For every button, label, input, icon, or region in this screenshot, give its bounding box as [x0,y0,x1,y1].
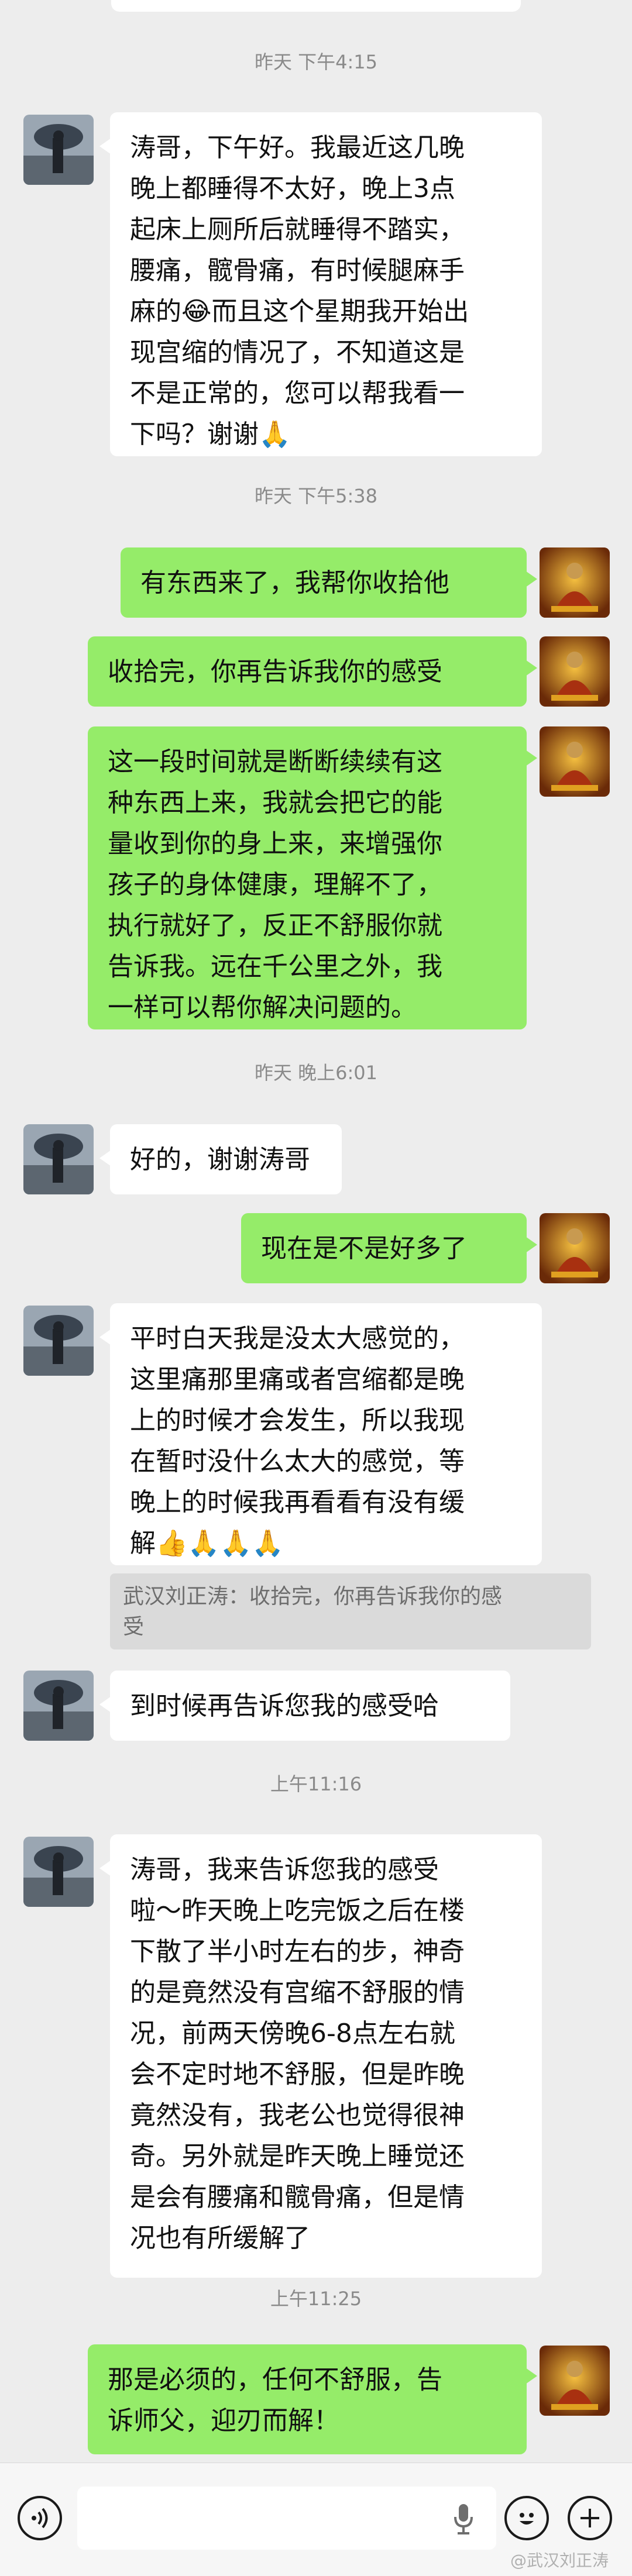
message-line: 告诉我。远在千公里之外，我 [108,952,442,982]
message-line: 执行就好了，反正不舒服你就 [108,911,442,941]
timestamp: 上午11:25 [270,2288,362,2310]
message-text: 到时候再告诉您我的感受哈 [130,1691,439,1721]
message-bubble-incoming[interactable]: 涛哥，下午好。我最近这几晚 晚上都睡得不太好，晚上3点 起床上厕所后就睡得不踏实… [99,112,542,456]
message-line: 这一段时间就是断断续续有这 [108,747,442,777]
message-line: 现宫缩的情况了，不知道这是 [130,338,465,367]
message-line: 麻的😂而且这个星期我开始出 [130,291,522,332]
message-text: 解 [130,1528,156,1558]
message-line: 竟然没有，我老公也觉得很神 [130,2100,465,2130]
message-bubble-incoming[interactable]: 平时白天我是没太大感觉的， 这里痛那里痛或者宫缩都是晚 上的时候才会发生，所以我… [99,1303,542,1565]
self-avatar[interactable] [540,726,610,797]
message-line: 腰痛，髋骨痛，有时候腿麻手 [130,256,465,285]
mic-icon[interactable] [452,2503,475,2536]
message-line: 量收到你的身上来，来增强你 [108,829,442,859]
message-line: 在暂时没什么太大的感觉，等 [130,1447,465,1476]
chat-area[interactable]: 昨天 下午4:15 涛哥，下午好。我最近这几晚 晚上都睡得不太好，晚上3点 起床… [0,0,632,2463]
timestamp: 昨天 下午5:38 [254,485,378,507]
message-line: 上的时候才会发生，所以我现 [130,1406,465,1435]
message-line: 种东西上来，我就会把它的能 [108,788,442,818]
message-bubble-outgoing[interactable]: 有东西来了，我帮你收拾他 [121,547,537,618]
message-line: 这里痛那里痛或者宫缩都是晚 [130,1365,465,1394]
message-bubble-incoming[interactable]: 好的，谢谢涛哥 [99,1124,342,1194]
message-line: 起床上厕所后就睡得不踏实， [130,215,465,244]
previous-message-bubble [111,0,521,12]
message-bubble-outgoing[interactable]: 收拾完，你再告诉我你的感受 [88,636,537,707]
timestamp: 上午11:16 [270,1773,362,1795]
message-text: 现在是不是好多了 [261,1234,467,1263]
contact-avatar[interactable] [23,1124,94,1194]
message-line: 况，前两天傍晚6-8点左右就 [130,2019,455,2048]
message-line: 况也有所缓解了 [130,2223,310,2253]
message-line: 孩子的身体健康，理解不了， [108,870,442,900]
message-line: 晚上都睡得不太好，晚上3点 [130,174,455,204]
message-bubble-outgoing[interactable]: 那是必须的，任何不舒服，告 诉师父，迎刃而解！ [88,2344,537,2454]
message-line: 解👍🙏🙏🙏 [130,1523,522,1564]
contact-avatar[interactable] [23,1837,94,1907]
message-line: 啦～昨天晚上吃完饭之后在楼 [130,1896,465,1926]
thumbs-up-pray-emojis: 👍🙏🙏🙏 [156,1528,284,1558]
message-line: 下散了半小时左右的步，神奇 [130,1937,465,1967]
message-bubble-incoming[interactable]: 涛哥，我来告诉您我的感受 啦～昨天晚上吃完饭之后在楼 下散了半小时左右的步，神奇… [99,1834,542,2278]
message-line: 涛哥，下午好。我最近这几晚 [130,133,465,163]
quote-line: 受 [123,1615,145,1639]
message-text: 有东西来了，我帮你收拾他 [140,568,449,598]
message-line: 奇。另外就是昨天晚上睡觉还 [130,2141,465,2171]
plus-icon[interactable] [568,2496,612,2540]
message-line: 那是必须的，任何不舒服，告 [108,2365,442,2395]
voice-icon[interactable] [18,2496,62,2540]
contact-avatar[interactable] [23,1306,94,1376]
message-line: 诉师父，迎刃而解！ [108,2406,339,2436]
quoted-message[interactable]: 武汉刘正涛：收拾完，你再告诉我你的感 受 [110,1573,591,1649]
laughing-emoji: 😂 [181,297,212,326]
quote-line: 武汉刘正涛：收拾完，你再告诉我你的感 [123,1585,503,1609]
message-bubble-outgoing[interactable]: 这一段时间就是断断续续有这 种东西上来，我就会把它的能 量收到你的身上来，来增强… [88,726,537,1029]
message-text: 而且这个星期我开始出 [211,297,469,326]
message-input[interactable] [77,2487,496,2550]
message-text: 收拾完，你再告诉我你的感受 [108,657,442,687]
message-text: 麻的 [130,297,181,326]
message-line: 晚上的时候我再看看有没有缓 [130,1487,465,1517]
message-line: 一样可以帮你解决问题的。 [108,993,417,1022]
message-line: 是会有腰痛和髋骨痛，但是情 [130,2182,465,2212]
timestamp: 昨天 下午4:15 [254,51,378,73]
message-text: 下吗？谢谢 [130,419,259,449]
contact-avatar[interactable] [23,1671,94,1741]
message-line: 涛哥，我来告诉您我的感受 [130,1855,439,1885]
message-line: 的是竟然没有宫缩不舒服的情 [130,1978,465,2007]
contact-avatar[interactable] [23,115,94,185]
emoji-icon[interactable] [504,2496,549,2540]
message-line: 下吗？谢谢🙏 [130,414,522,455]
message-text: 好的，谢谢涛哥 [130,1145,310,1175]
message-bubble-outgoing[interactable]: 现在是不是好多了 [241,1213,537,1283]
watermark: @武汉刘正涛 [510,2551,609,2570]
message-line: 会不定时地不舒服，但是昨晚 [130,2060,465,2089]
message-line: 平时白天我是没太大感觉的， [130,1324,465,1354]
self-avatar[interactable] [540,636,610,707]
pray-emoji: 🙏 [259,419,291,449]
self-avatar[interactable] [540,547,610,618]
timestamp: 昨天 晚上6:01 [254,1062,378,1084]
self-avatar[interactable] [540,2346,610,2416]
self-avatar[interactable] [540,1213,610,1283]
message-line: 不是正常的，您可以帮我看一 [130,378,465,408]
message-bubble-incoming[interactable]: 到时候再告诉您我的感受哈 [99,1671,510,1741]
